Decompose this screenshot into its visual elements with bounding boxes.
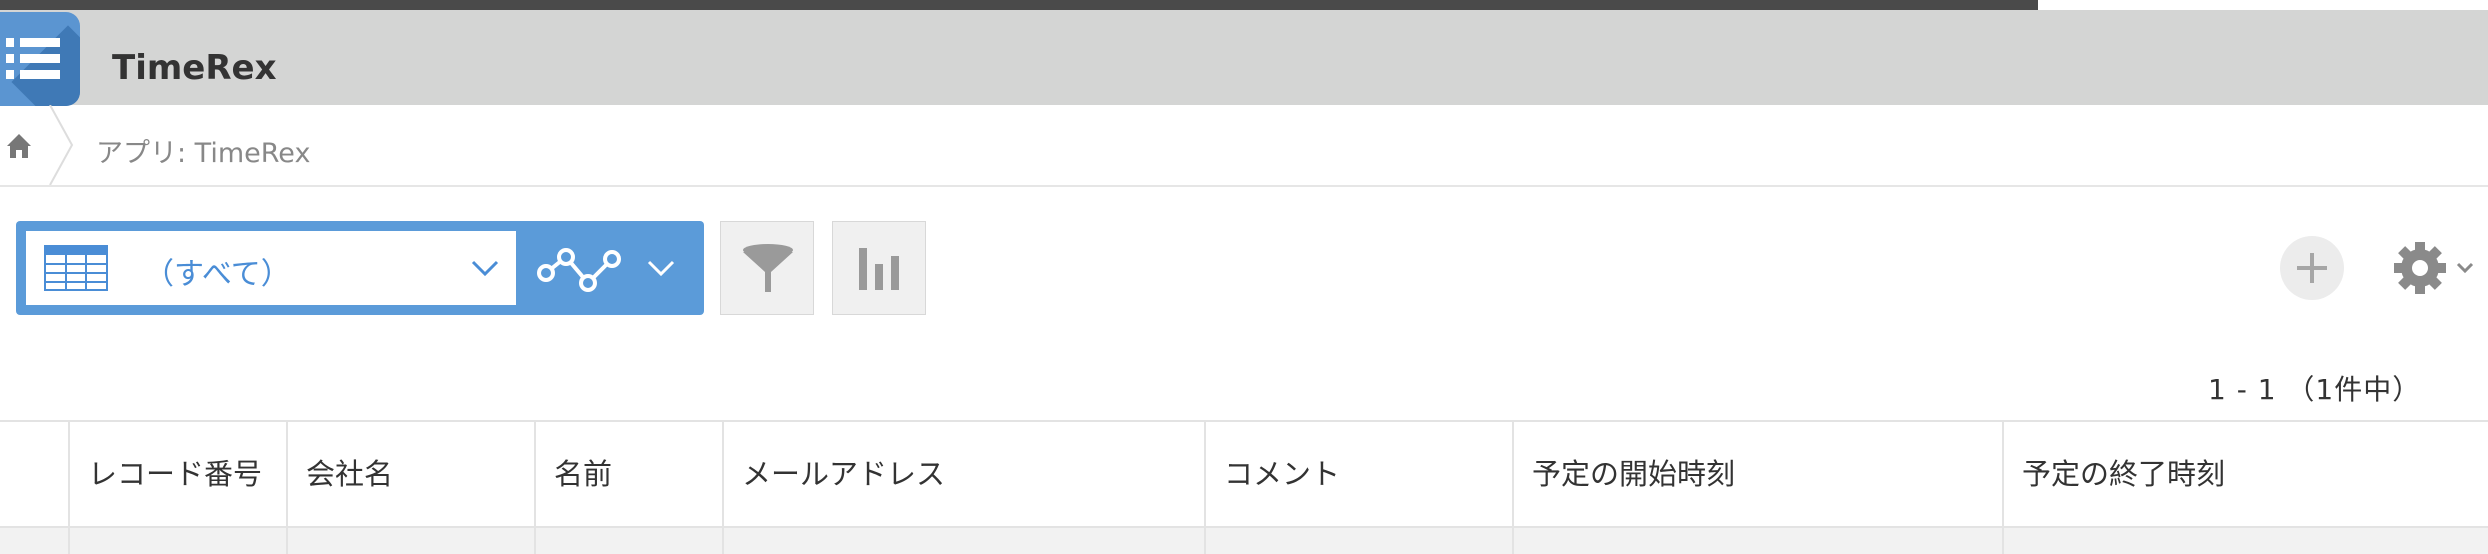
chevron-down-icon[interactable] bbox=[2456, 262, 2474, 274]
chevron-down-icon bbox=[471, 260, 499, 277]
column-header-company[interactable]: 会社名 bbox=[286, 422, 536, 526]
column-header-record-number[interactable]: レコード番号 bbox=[68, 422, 288, 526]
table-cell bbox=[1204, 528, 1514, 554]
chart-button[interactable] bbox=[832, 221, 926, 315]
top-strip bbox=[0, 0, 2038, 10]
bar-chart-icon bbox=[859, 248, 899, 290]
top-strip-gap bbox=[2038, 0, 2488, 10]
column-header-email[interactable]: メールアドレス bbox=[722, 422, 1206, 526]
column-header-end-time[interactable]: 予定の終了時刻 bbox=[2002, 422, 2488, 526]
column-header-name[interactable]: 名前 bbox=[534, 422, 724, 526]
column-header-select bbox=[0, 422, 70, 526]
table-cell bbox=[2002, 528, 2488, 554]
table-cell bbox=[286, 528, 536, 554]
table-icon bbox=[44, 245, 108, 291]
column-header-start-time[interactable]: 予定の開始時刻 bbox=[1512, 422, 2004, 526]
add-record-button[interactable] bbox=[2280, 236, 2344, 300]
table-cell bbox=[0, 528, 70, 554]
view-selector-bar: （すべて） bbox=[16, 221, 704, 315]
table-cell bbox=[68, 528, 288, 554]
view-select[interactable]: （すべて） bbox=[26, 231, 516, 305]
filter-icon bbox=[743, 244, 793, 292]
app-list-icon[interactable] bbox=[0, 12, 80, 106]
table-cell bbox=[722, 528, 1206, 554]
table-header: レコード番号 会社名 名前 メールアドレス コメント 予定の開始時刻 予定の終了… bbox=[0, 420, 2488, 528]
app-header: TimeRex bbox=[0, 10, 2488, 106]
filter-button[interactable] bbox=[720, 221, 814, 315]
pagination-info: 1 - 1 （1件中） bbox=[2208, 373, 2422, 406]
view-label: （すべて） bbox=[144, 257, 291, 292]
plus-icon bbox=[2297, 253, 2327, 283]
home-icon[interactable] bbox=[4, 131, 34, 161]
chevron-down-icon[interactable] bbox=[646, 257, 676, 279]
gear-icon[interactable] bbox=[2390, 238, 2454, 298]
table-row[interactable] bbox=[0, 528, 2488, 554]
graph-icon[interactable] bbox=[536, 239, 624, 297]
app-title[interactable]: TimeRex bbox=[112, 48, 277, 88]
breadcrumb: アプリ: TimeRex bbox=[0, 105, 2488, 187]
breadcrumb-separator bbox=[49, 105, 74, 185]
table-cell bbox=[1512, 528, 2004, 554]
column-header-comment[interactable]: コメント bbox=[1204, 422, 1514, 526]
breadcrumb-app-link[interactable]: アプリ: TimeRex bbox=[96, 131, 310, 170]
table-cell bbox=[534, 528, 724, 554]
